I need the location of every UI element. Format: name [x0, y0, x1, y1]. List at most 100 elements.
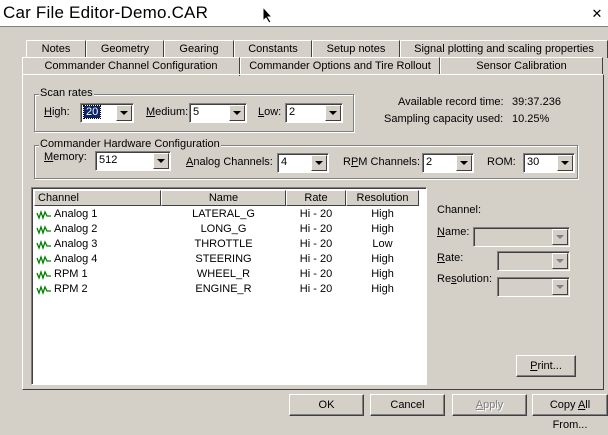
record-time-value: 39:37.236	[512, 96, 561, 108]
rom-label: ROM:	[487, 156, 516, 168]
analog-channels-select[interactable]: 4	[277, 153, 329, 173]
chevron-down-icon[interactable]	[311, 155, 327, 171]
channel-cell: Analog 3	[34, 237, 161, 252]
scan-rates-group-label: Scan rates	[39, 87, 94, 99]
rate-cell: Hi - 20	[299, 208, 333, 220]
detail-channel-label: Channel:	[437, 204, 482, 216]
close-icon[interactable]: ✕	[589, 8, 605, 22]
medium-rate-select[interactable]: 5	[189, 103, 247, 123]
column-header-channel[interactable]: Channel	[34, 190, 161, 206]
table-row[interactable]: Analog 2 LONG_G Hi - 20 High	[34, 222, 419, 237]
medium-rate-value: 5	[193, 106, 200, 118]
detail-rate-select[interactable]	[497, 251, 570, 271]
name-cell: ENGINE_R	[195, 283, 252, 295]
name-cell: LATERAL_G	[192, 208, 255, 220]
channel-name: RPM 1	[54, 268, 88, 280]
low-label: Low:	[258, 106, 282, 118]
analog-channels-value: 4	[281, 156, 288, 168]
chevron-down-icon[interactable]	[552, 279, 568, 295]
channel-name: Analog 2	[54, 223, 98, 235]
cancel-button[interactable]: Cancel	[370, 394, 445, 416]
signal-wave-icon	[36, 224, 51, 235]
column-header-resolution[interactable]: Resolution	[346, 190, 419, 206]
chevron-down-icon[interactable]	[116, 105, 132, 121]
channel-list-header: Channel Name Rate Resolution	[34, 190, 419, 206]
detail-resolution-label: Resolution:	[437, 273, 493, 285]
copy-all-from-button[interactable]: Copy All From...	[532, 394, 608, 431]
column-header-name[interactable]: Name	[161, 190, 286, 206]
rate-cell: Hi - 20	[299, 238, 333, 250]
resolution-cell: High	[371, 268, 394, 280]
title-bar[interactable]: Car File Editor-Demo.CAR ✕	[0, 0, 608, 27]
name-cell: THROTTLE	[194, 238, 253, 250]
detail-rate-label: Rate:	[437, 252, 464, 264]
apply-button[interactable]: Apply	[452, 394, 527, 416]
channel-name: Analog 3	[54, 238, 98, 250]
rpm-channels-select[interactable]: 2	[422, 153, 474, 173]
tab-constants[interactable]: Constants	[234, 40, 312, 58]
resolution-cell: High	[371, 223, 394, 235]
memory-label: Memory:	[44, 151, 87, 163]
channel-name: RPM 2	[54, 283, 88, 295]
table-row[interactable]: Analog 3 THROTTLE Hi - 20 Low	[34, 237, 419, 252]
analog-channels-label: Analog Channels:	[186, 156, 273, 168]
tab-row-top: Notes Geometry Gearing Constants Setup n…	[26, 40, 608, 58]
chevron-down-icon[interactable]	[325, 105, 341, 121]
signal-wave-icon	[36, 284, 51, 295]
ok-button[interactable]: OK	[289, 394, 364, 416]
table-row[interactable]: Analog 4 STEERING Hi - 20 High	[34, 252, 419, 267]
high-rate-value: 20	[82, 105, 102, 119]
channel-name: Analog 4	[54, 253, 98, 265]
medium-label: Medium:	[146, 106, 189, 118]
detail-name-select[interactable]	[473, 227, 570, 247]
tab-row-bottom: Commander Channel Configuration Commande…	[22, 57, 603, 76]
memory-value: 512	[99, 154, 118, 166]
capacity-value: 10.25%	[512, 113, 550, 125]
rom-select[interactable]: 30	[523, 153, 575, 173]
tab-notes[interactable]: Notes	[26, 40, 86, 58]
window-title: Car File Editor-Demo.CAR	[3, 3, 209, 22]
print-button[interactable]: Print...	[516, 355, 576, 377]
signal-wave-icon	[36, 239, 51, 250]
detail-resolution-select[interactable]	[497, 277, 570, 297]
high-rate-select[interactable]: 20	[80, 103, 134, 123]
table-row[interactable]: Analog 1 LATERAL_G Hi - 20 High	[34, 207, 419, 222]
signal-wave-icon	[36, 269, 51, 280]
tab-geometry[interactable]: Geometry	[86, 40, 164, 58]
column-header-rate[interactable]: Rate	[286, 190, 346, 206]
mouse-cursor-icon	[262, 6, 274, 24]
rpm-channels-label: RPM Channels:	[343, 156, 421, 168]
channel-cell: RPM 2	[34, 282, 161, 297]
tab-gearing[interactable]: Gearing	[164, 40, 234, 58]
chevron-down-icon[interactable]	[552, 229, 568, 245]
channel-cell: Analog 2	[34, 222, 161, 237]
resolution-cell: High	[371, 253, 394, 265]
low-rate-value: 2	[289, 106, 296, 118]
table-row[interactable]: RPM 1 WHEEL_R Hi - 20 High	[34, 267, 419, 282]
chevron-down-icon[interactable]	[229, 105, 245, 121]
name-cell: LONG_G	[200, 223, 247, 235]
name-cell: STEERING	[195, 253, 252, 265]
resolution-cell: High	[371, 283, 394, 295]
tab-commander-options[interactable]: Commander Options and Tire Rollout	[240, 57, 440, 75]
tab-setup-notes[interactable]: Setup notes	[312, 40, 400, 58]
chevron-down-icon[interactable]	[153, 153, 169, 169]
channel-cell: Analog 1	[34, 207, 161, 222]
rate-cell: Hi - 20	[299, 223, 333, 235]
channel-list[interactable]: Channel Name Rate Resolution Analog 1 LA…	[31, 187, 427, 385]
rate-cell: Hi - 20	[299, 283, 333, 295]
tab-signal-plotting[interactable]: Signal plotting and scaling properties	[400, 40, 608, 58]
chevron-down-icon[interactable]	[456, 155, 472, 171]
table-row[interactable]: RPM 2 ENGINE_R Hi - 20 High	[34, 282, 419, 297]
rate-cell: Hi - 20	[299, 268, 333, 280]
resolution-cell: Low	[372, 238, 393, 250]
chevron-down-icon[interactable]	[552, 253, 568, 269]
chevron-down-icon[interactable]	[557, 155, 573, 171]
tab-sensor-calibration[interactable]: Sensor Calibration	[440, 57, 603, 75]
low-rate-select[interactable]: 2	[285, 103, 343, 123]
record-time-label: Available record time:	[398, 96, 504, 108]
channel-name: Analog 1	[54, 208, 98, 220]
memory-select[interactable]: 512	[95, 151, 171, 171]
signal-wave-icon	[36, 209, 51, 220]
rate-cell: Hi - 20	[299, 253, 333, 265]
